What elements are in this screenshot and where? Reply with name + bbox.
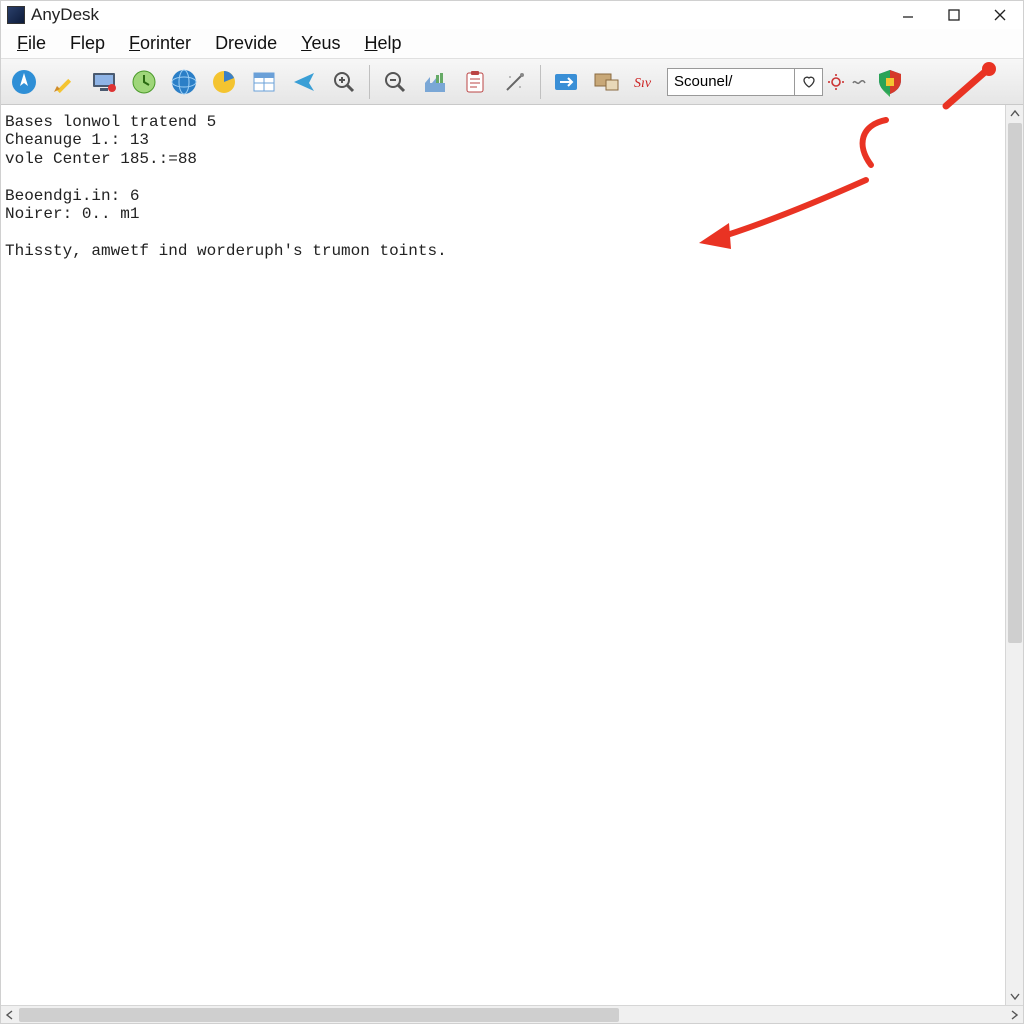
vertical-scrollbar[interactable] <box>1005 105 1023 1005</box>
scroll-up-icon[interactable] <box>1006 105 1024 123</box>
globe-icon[interactable] <box>165 63 203 101</box>
monitor-icon[interactable] <box>85 63 123 101</box>
send-icon[interactable] <box>285 63 323 101</box>
table-icon[interactable] <box>245 63 283 101</box>
clipboard-icon[interactable] <box>456 63 494 101</box>
compass-icon[interactable] <box>5 63 43 101</box>
window-title: AnyDesk <box>31 5 99 25</box>
toolbar: Sıv <box>1 59 1023 105</box>
close-button[interactable] <box>977 1 1023 29</box>
toolbar-separator <box>540 65 541 99</box>
menu-flep[interactable]: Flep <box>60 31 115 56</box>
scroll-left-icon[interactable] <box>1 1006 19 1024</box>
arrows-icon[interactable] <box>547 63 585 101</box>
vscroll-thumb[interactable] <box>1008 123 1022 643</box>
zoom-in-icon[interactable] <box>325 63 363 101</box>
menu-drevide[interactable]: Drevide <box>205 31 287 56</box>
content-area: Bases lonwol tratend 5 Cheanuge 1.: 13 v… <box>1 105 1023 1005</box>
clock-refresh-icon[interactable] <box>125 63 163 101</box>
horizontal-scrollbar[interactable] <box>1 1005 1023 1023</box>
scroll-right-icon[interactable] <box>1005 1006 1023 1024</box>
menu-help[interactable]: Help <box>354 31 411 56</box>
factory-icon[interactable] <box>416 63 454 101</box>
maximize-button[interactable] <box>931 1 977 29</box>
app-icon <box>7 6 25 24</box>
tilde-icon[interactable] <box>849 63 869 101</box>
favorite-button[interactable] <box>795 68 823 96</box>
titlebar: AnyDesk <box>1 1 1023 29</box>
menubar: File Flep Forinter Drevide Yeus Help <box>1 29 1023 59</box>
search-wrap <box>667 68 823 96</box>
svg-text:Sıv: Sıv <box>634 76 652 91</box>
pie-chart-icon[interactable] <box>205 63 243 101</box>
menu-yeus[interactable]: Yeus <box>291 31 350 56</box>
scroll-down-icon[interactable] <box>1006 987 1024 1005</box>
wand-icon[interactable] <box>496 63 534 101</box>
toolbar-separator <box>369 65 370 99</box>
hscroll-thumb[interactable] <box>19 1008 619 1022</box>
search-input[interactable] <box>667 68 795 96</box>
shield-icon[interactable] <box>871 63 909 101</box>
signature-icon[interactable]: Sıv <box>627 63 665 101</box>
zoom-out-icon[interactable] <box>376 63 414 101</box>
pencil-icon[interactable] <box>45 63 83 101</box>
app-window: AnyDesk File Flep Forinter Drevide Yeus … <box>0 0 1024 1024</box>
text-pane[interactable]: Bases lonwol tratend 5 Cheanuge 1.: 13 v… <box>1 105 1005 1005</box>
menu-forinter[interactable]: Forinter <box>119 31 201 56</box>
minimize-button[interactable] <box>885 1 931 29</box>
devices-icon[interactable] <box>587 63 625 101</box>
hscroll-track[interactable] <box>19 1006 1005 1024</box>
gear-icon[interactable] <box>825 63 847 101</box>
menu-file[interactable]: File <box>7 31 56 56</box>
